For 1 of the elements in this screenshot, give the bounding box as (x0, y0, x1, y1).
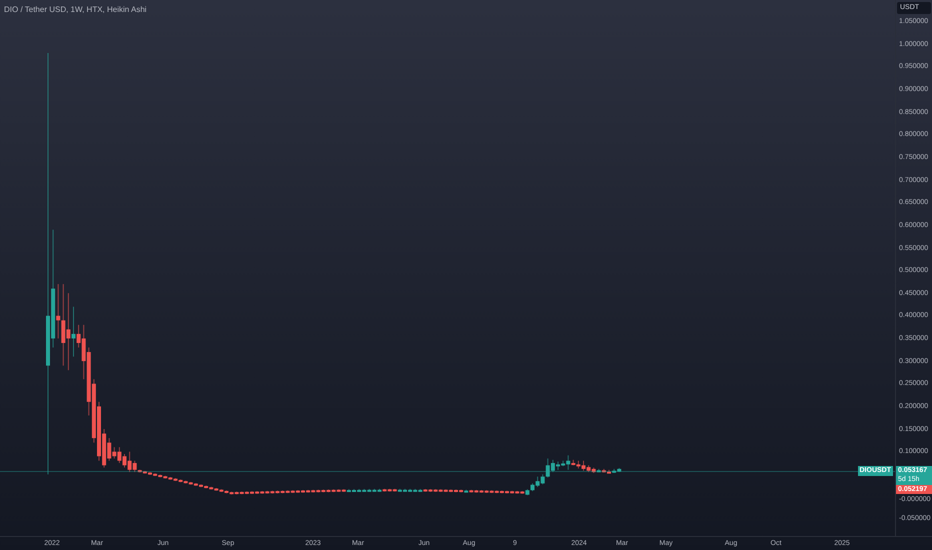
legend-title: DIO / Tether USD, 1W, HTX, Heikin Ashi (4, 4, 147, 16)
